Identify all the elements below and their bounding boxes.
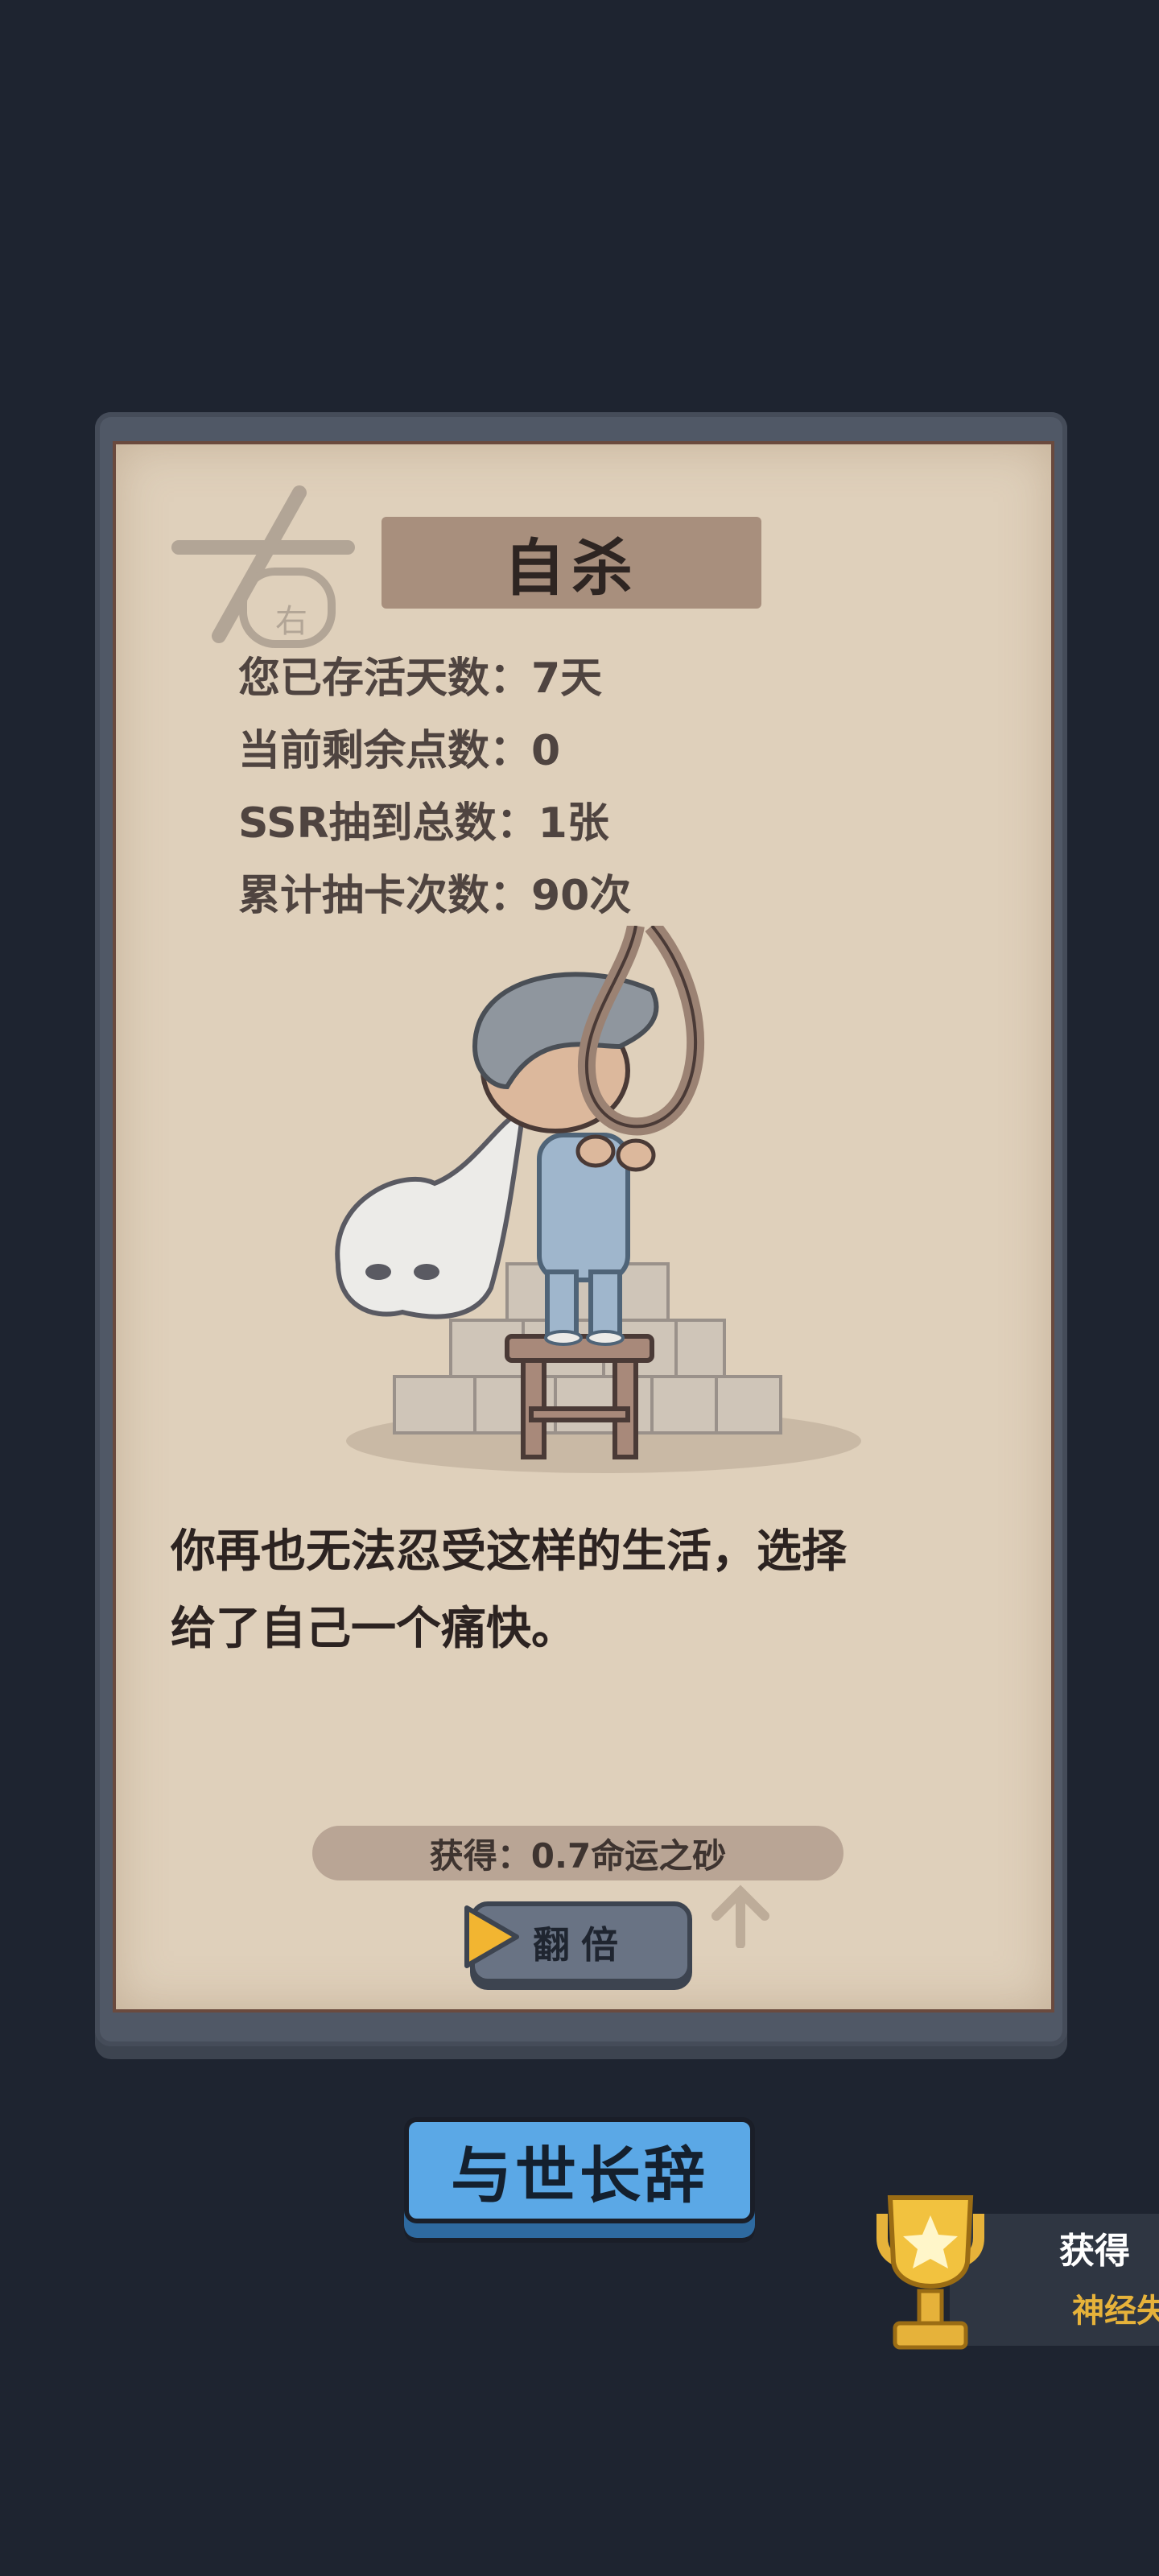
title-banner: 自杀 <box>382 517 761 609</box>
story-line: 你再也无法忍受这样的生活，选择 <box>171 1525 847 1578</box>
stamp-text: 右 <box>275 603 307 640</box>
event-story: 你再也无法忍受这样的生活，选择 给了自己一个痛快。 <box>171 1513 1008 1668</box>
up-arrow-icon <box>711 1885 769 1948</box>
stat-days-survived: 您已存活天数：7天 <box>238 654 603 703</box>
achievement-name: 神经失 <box>1072 2293 1159 2330</box>
farewell-button-label: 与世长辞 <box>451 2140 708 2211</box>
trophy-icon <box>876 2195 984 2350</box>
double-button-label: 翻倍 <box>533 1923 629 1967</box>
stat-draw-count: 累计抽卡次数：90次 <box>238 872 632 920</box>
reward-label: 获得：0.7命运之砂 <box>312 1826 843 1880</box>
achievement-title: 获得 <box>1059 2231 1130 2272</box>
event-title: 自杀 <box>504 532 639 604</box>
farewell-button[interactable]: 与世长辞 <box>404 2117 755 2223</box>
stamp-icon: 右 <box>171 485 355 648</box>
story-line: 给了自己一个痛快。 <box>171 1603 576 1655</box>
stat-ssr-total: SSR抽到总数：1张 <box>238 799 609 848</box>
stat-points-remaining: 当前剩余点数：0 <box>238 727 561 775</box>
event-illustration <box>335 926 861 1473</box>
play-triangle-icon <box>464 1905 519 1968</box>
